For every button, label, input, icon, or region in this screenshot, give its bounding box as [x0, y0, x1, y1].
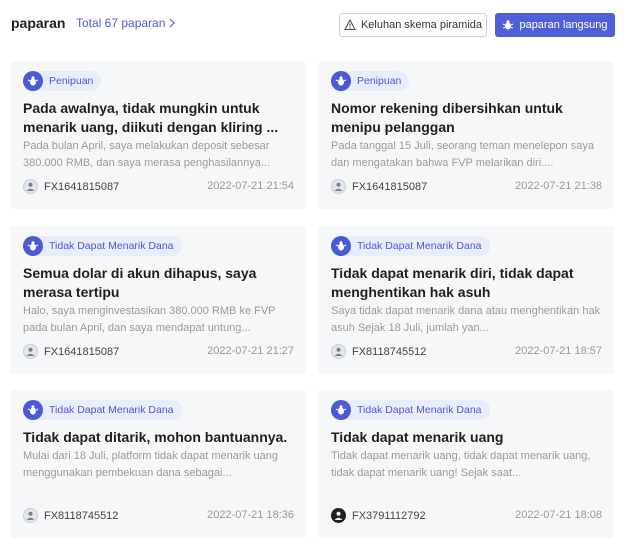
warning-icon: [344, 19, 356, 30]
card-title: Nomor rekening dibersihkan untuk menipu …: [331, 100, 563, 135]
card-date: 2022-07-21 21:38: [515, 180, 602, 192]
total-label: Total 67 paparan: [76, 16, 166, 30]
bug-icon: [23, 400, 43, 420]
card-date: 2022-07-21 21:54: [207, 180, 294, 192]
category-tag: Tidak Dapat Menarik Dana: [331, 236, 490, 256]
total-link[interactable]: Total 67 paparan: [76, 16, 176, 30]
card-description: Mulai dari 18 Juli, platform tidak dapat…: [23, 450, 278, 479]
page-title: paparan: [11, 15, 66, 31]
card-description: Saya tidak dapat menarik dana atau mengh…: [331, 305, 601, 334]
bug-icon: [23, 236, 43, 256]
pyramid-complaint-label: Keluhan skema piramida: [360, 19, 483, 31]
card-author: FX1641815087: [23, 179, 119, 194]
bug-icon: [331, 71, 351, 91]
card-date: 2022-07-21 18:08: [515, 509, 602, 521]
card-description: Pada tanggal 15 Juli, seorang teman mene…: [331, 140, 594, 169]
card-title: Tidak dapat menarik uang: [331, 429, 504, 445]
category-label: Tidak Dapat Menarik Dana: [357, 404, 482, 416]
category-tag: Penipuan: [23, 71, 102, 91]
live-exposure-label: paparan langsung: [519, 19, 608, 31]
category-label: Tidak Dapat Menarik Dana: [49, 240, 174, 252]
bug-icon: [23, 71, 43, 91]
report-card[interactable]: Penipuan Pada awalnya, tidak mungkin unt…: [10, 61, 306, 209]
page-header: paparan Total 67 paparan Keluhan skema p…: [0, 0, 626, 50]
pyramid-complaint-button[interactable]: Keluhan skema piramida: [339, 13, 487, 37]
avatar: [331, 508, 346, 523]
bug-icon: [331, 400, 351, 420]
card-date: 2022-07-21 18:36: [207, 509, 294, 521]
chevron-right-icon: [169, 18, 176, 28]
report-card[interactable]: Penipuan Nomor rekening dibersihkan untu…: [318, 61, 614, 209]
category-tag: Tidak Dapat Menarik Dana: [331, 400, 490, 420]
report-card[interactable]: Tidak Dapat Menarik Dana Tidak dapat men…: [318, 226, 614, 374]
avatar: [331, 344, 346, 359]
author-id: FX1641815087: [44, 345, 120, 358]
card-date: 2022-07-21 21:27: [207, 345, 294, 357]
author-id: FX1641815087: [44, 180, 120, 193]
card-title: Pada awalnya, tidak mungkin untuk menari…: [23, 100, 279, 135]
category-label: Tidak Dapat Menarik Dana: [49, 404, 174, 416]
live-exposure-button[interactable]: paparan langsung: [495, 13, 615, 37]
report-card[interactable]: Tidak Dapat Menarik Dana Tidak dapat men…: [318, 390, 614, 538]
report-card[interactable]: Tidak Dapat Menarik Dana Semua dolar di …: [10, 226, 306, 374]
card-date: 2022-07-21 18:57: [515, 345, 602, 357]
avatar: [23, 508, 38, 523]
category-tag: Tidak Dapat Menarik Dana: [23, 400, 182, 420]
card-author: FX8118745512: [331, 344, 426, 359]
card-title: Semua dolar di akun dihapus, saya merasa…: [23, 265, 257, 300]
card-author: FX1641815087: [23, 344, 119, 359]
author-id: FX8118745512: [44, 509, 119, 522]
card-description: Pada bulan April, saya melakukan deposit…: [23, 140, 271, 169]
card-title: Tidak dapat menarik diri, tidak dapat me…: [331, 265, 574, 300]
category-label: Penipuan: [49, 75, 94, 87]
category-tag: Tidak Dapat Menarik Dana: [23, 236, 182, 256]
card-title: Tidak dapat ditarik, mohon bantuannya.: [23, 429, 288, 445]
card-description: Halo, saya menginvestasikan 380.000 RMB …: [23, 305, 276, 334]
card-description: Tidak dapat menarik uang, tidak dapat me…: [331, 450, 591, 479]
card-author: FX1641815087: [331, 179, 427, 194]
author-id: FX3791112792: [352, 509, 426, 522]
avatar: [23, 179, 38, 194]
author-id: FX1641815087: [352, 180, 428, 193]
report-card[interactable]: Tidak Dapat Menarik Dana Tidak dapat dit…: [10, 390, 306, 538]
card-author: FX3791112792: [331, 508, 426, 523]
category-label: Penipuan: [357, 75, 402, 87]
card-author: FX8118745512: [23, 508, 118, 523]
avatar: [23, 344, 38, 359]
category-tag: Penipuan: [331, 71, 410, 91]
bug-icon: [331, 236, 351, 256]
author-id: FX8118745512: [352, 345, 427, 358]
category-label: Tidak Dapat Menarik Dana: [357, 240, 482, 252]
avatar: [331, 179, 346, 194]
bug-icon: [503, 20, 514, 30]
